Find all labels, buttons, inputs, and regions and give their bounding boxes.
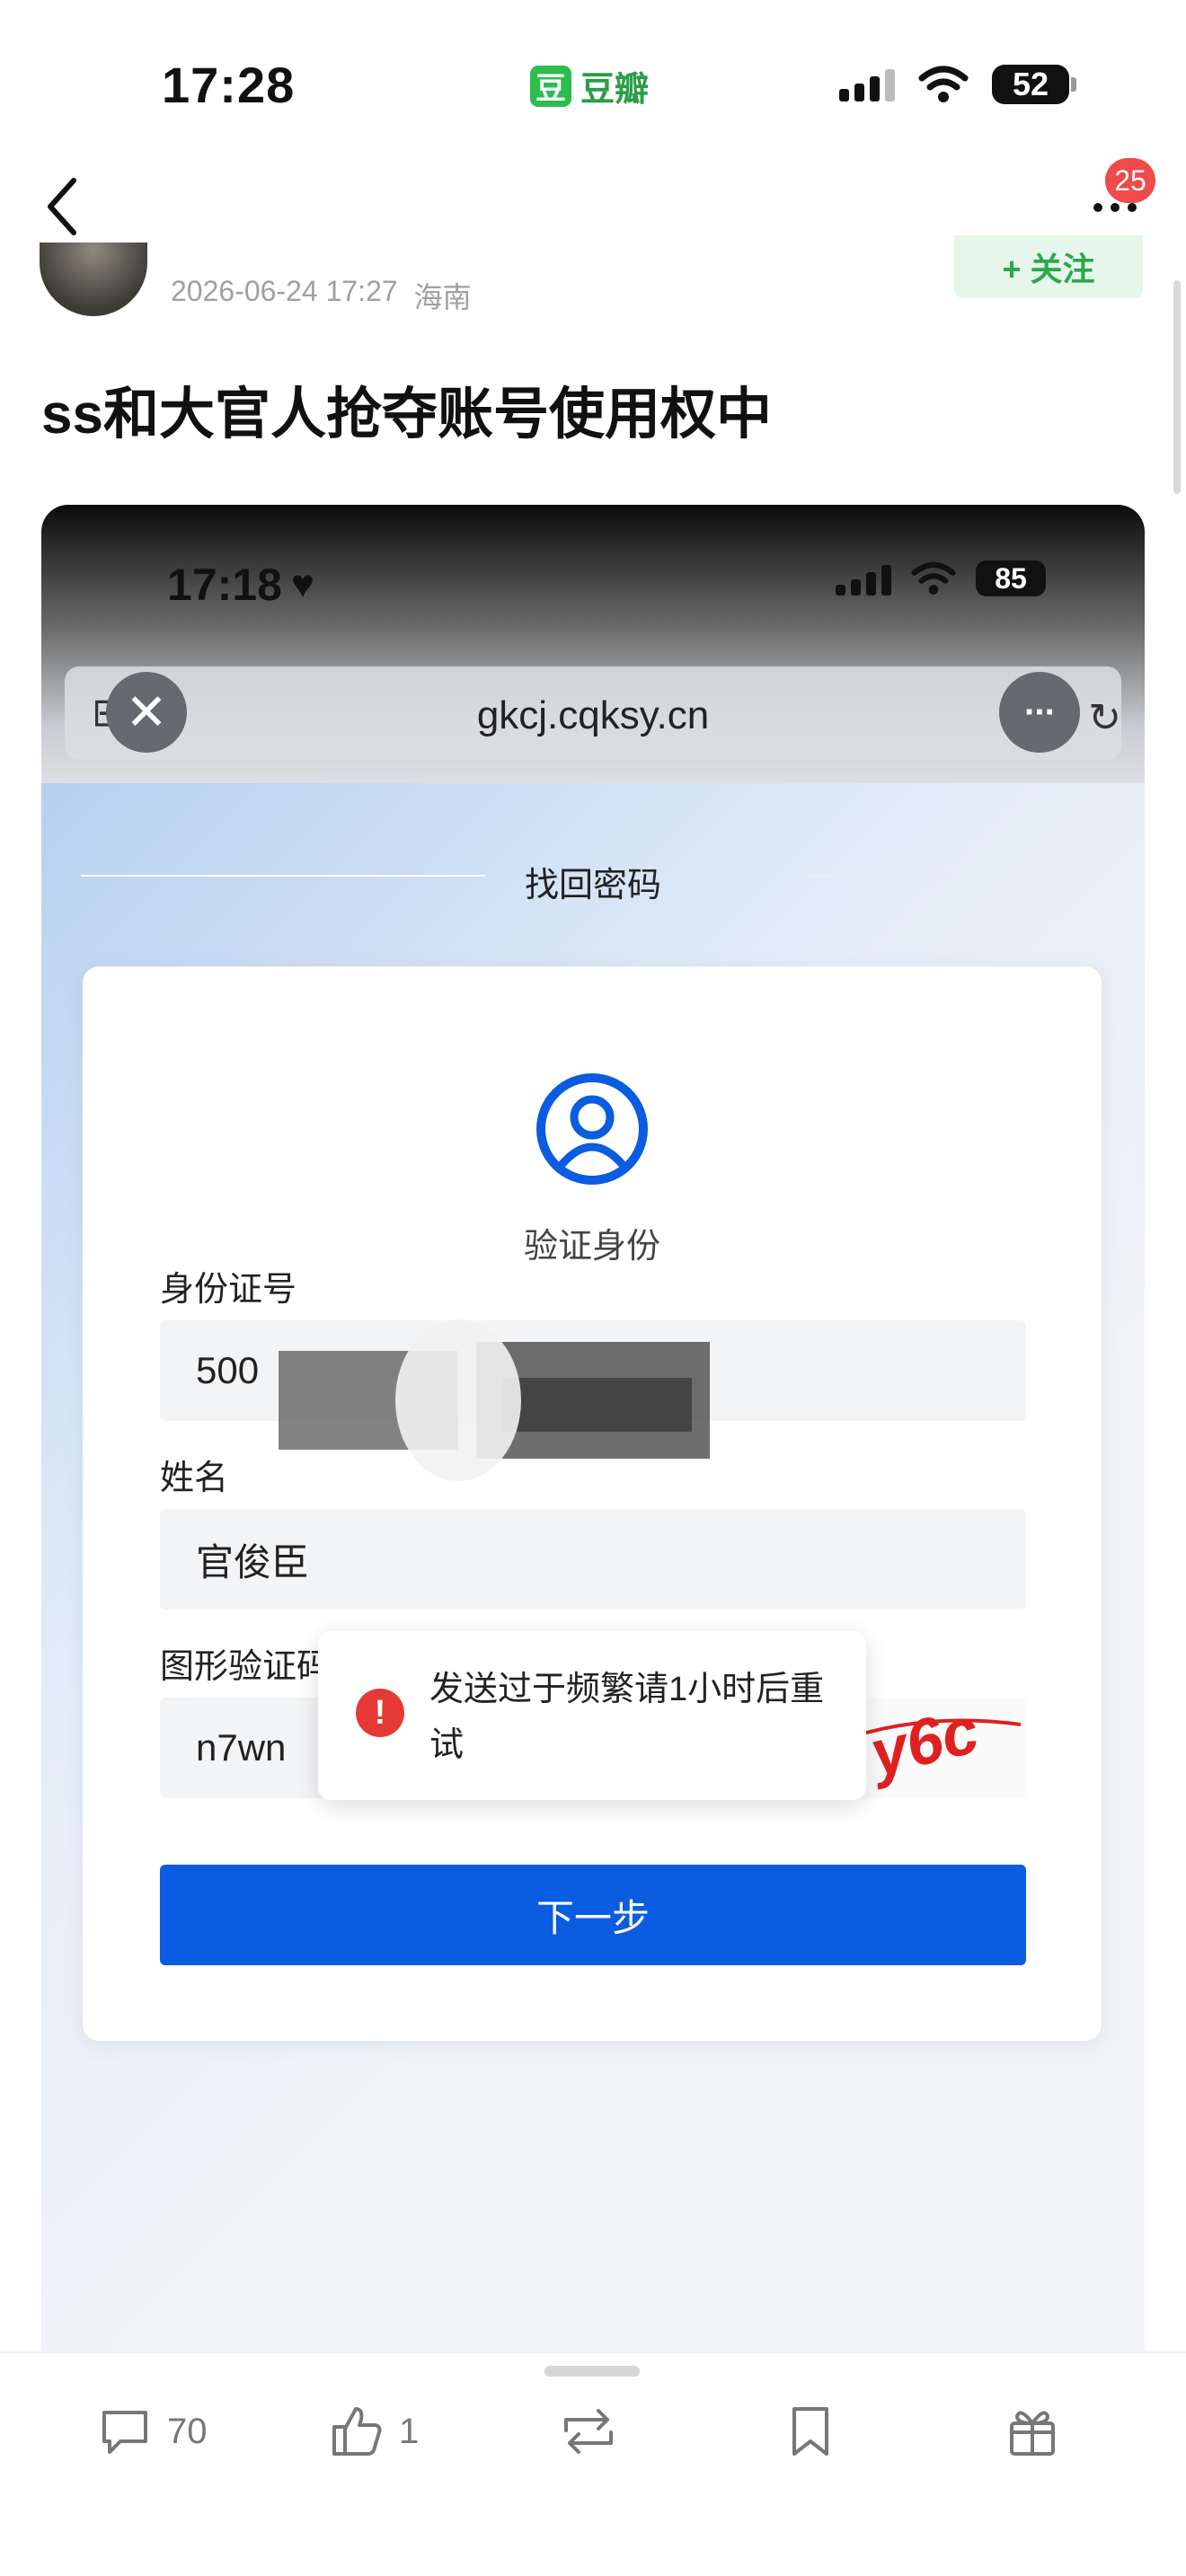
embedded-name-label: 姓名 [160,1460,229,1497]
embedded-id-label: 身份证号 [160,1271,297,1309]
heart-icon: ♥ [290,562,315,606]
embedded-status-time: 17:18 ♥ [167,559,314,611]
signal-icon [839,67,895,101]
embedded-error-toast: ! 发送过于频繁请1小时后重试 [318,1631,866,1800]
bottom-action-bar: 70 1 [0,2351,1186,2576]
embedded-toast-message: 发送过于频繁请1小时后重试 [429,1671,825,1764]
embedded-battery-icon: 85 [976,560,1046,596]
embedded-verify-label: 验证身份 [523,1228,660,1266]
gift-button[interactable] [1005,2391,1060,2472]
battery-icon: 52 [992,65,1076,104]
error-icon: ! [356,1689,404,1737]
notification-badge: 25 [1105,158,1155,203]
repost-button[interactable] [557,2391,620,2472]
embedded-form-card: 验证身份 身份证号 500 姓名 官俊臣 图形验证码 n7wn w y6c 下一… [83,966,1102,2041]
status-time: 17:28 [162,57,296,113]
post-location: 海南 [413,281,472,313]
comment-button[interactable]: 70 [97,2391,208,2472]
like-button[interactable]: 1 [329,2391,419,2472]
scrollbar[interactable] [1173,280,1181,494]
embedded-wifi-icon [911,561,956,595]
embedded-reload-icon: ↻ [1088,696,1121,740]
post-image[interactable]: 17:18 ♥ 85 gkcj.cqksy.cn ⊟ ✕ ··· ↻ 找回密码 [41,505,1145,2427]
embedded-captcha-label: 图形验证码 [160,1648,332,1686]
embedded-name-field: 官俊臣 [160,1509,1026,1610]
chevron-left-icon [48,178,76,235]
repost-icon [564,2409,613,2454]
embedded-id-field: 500 [160,1320,1026,1421]
embedded-next-button: 下一步 [160,1865,1026,1965]
comment-count: 70 [167,2411,208,2451]
embedded-id-value: 500 [196,1349,260,1391]
embedded-name-value: 官俊臣 [196,1540,310,1584]
post-date: 2026-06-24 17:27 [171,275,398,307]
bookmark-button[interactable] [785,2391,836,2472]
embedded-section-title: 找回密码 [524,867,661,904]
drag-handle[interactable] [544,2366,640,2377]
comment-icon [102,2411,147,2454]
post-meta: 2026-06-24 17:27 海南 [171,275,472,316]
embedded-signal-icon [836,561,891,595]
user-circle-icon [536,1073,648,1185]
bookmark-icon [792,2407,828,2456]
post-detail-page: 17:28 豆 豆瓣 52 25 2026-06-24 17:27 海南 + 关… [0,0,1186,2576]
embedded-close-icon: ✕ [106,672,187,753]
embedded-url-bar: gkcj.cqksy.cn [65,666,1121,760]
wifi-icon [918,66,969,102]
back-button[interactable] [36,171,86,243]
gift-icon [1010,2411,1055,2456]
post-title: ss和大官人抢夺账号使用权中 [41,384,772,446]
embedded-url: gkcj.cqksy.cn [476,693,710,737]
like-count: 1 [399,2411,420,2451]
app-badge: 豆 豆瓣 [530,61,649,110]
status-indicators: 52 [839,65,1076,104]
thumbs-up-icon [332,2407,382,2456]
douban-logo-icon: 豆 [530,65,571,107]
embedded-status-indicators: 85 [836,560,1046,596]
app-name: 豆瓣 [580,71,650,109]
embedded-time-text: 17:18 [167,560,282,610]
embedded-menu-icon: ··· [999,672,1080,753]
avatar[interactable] [40,243,147,316]
embedded-captcha-value: n7wn [196,1726,287,1769]
follow-button[interactable]: + 关注 [954,235,1143,298]
more-icon [1093,203,1137,212]
